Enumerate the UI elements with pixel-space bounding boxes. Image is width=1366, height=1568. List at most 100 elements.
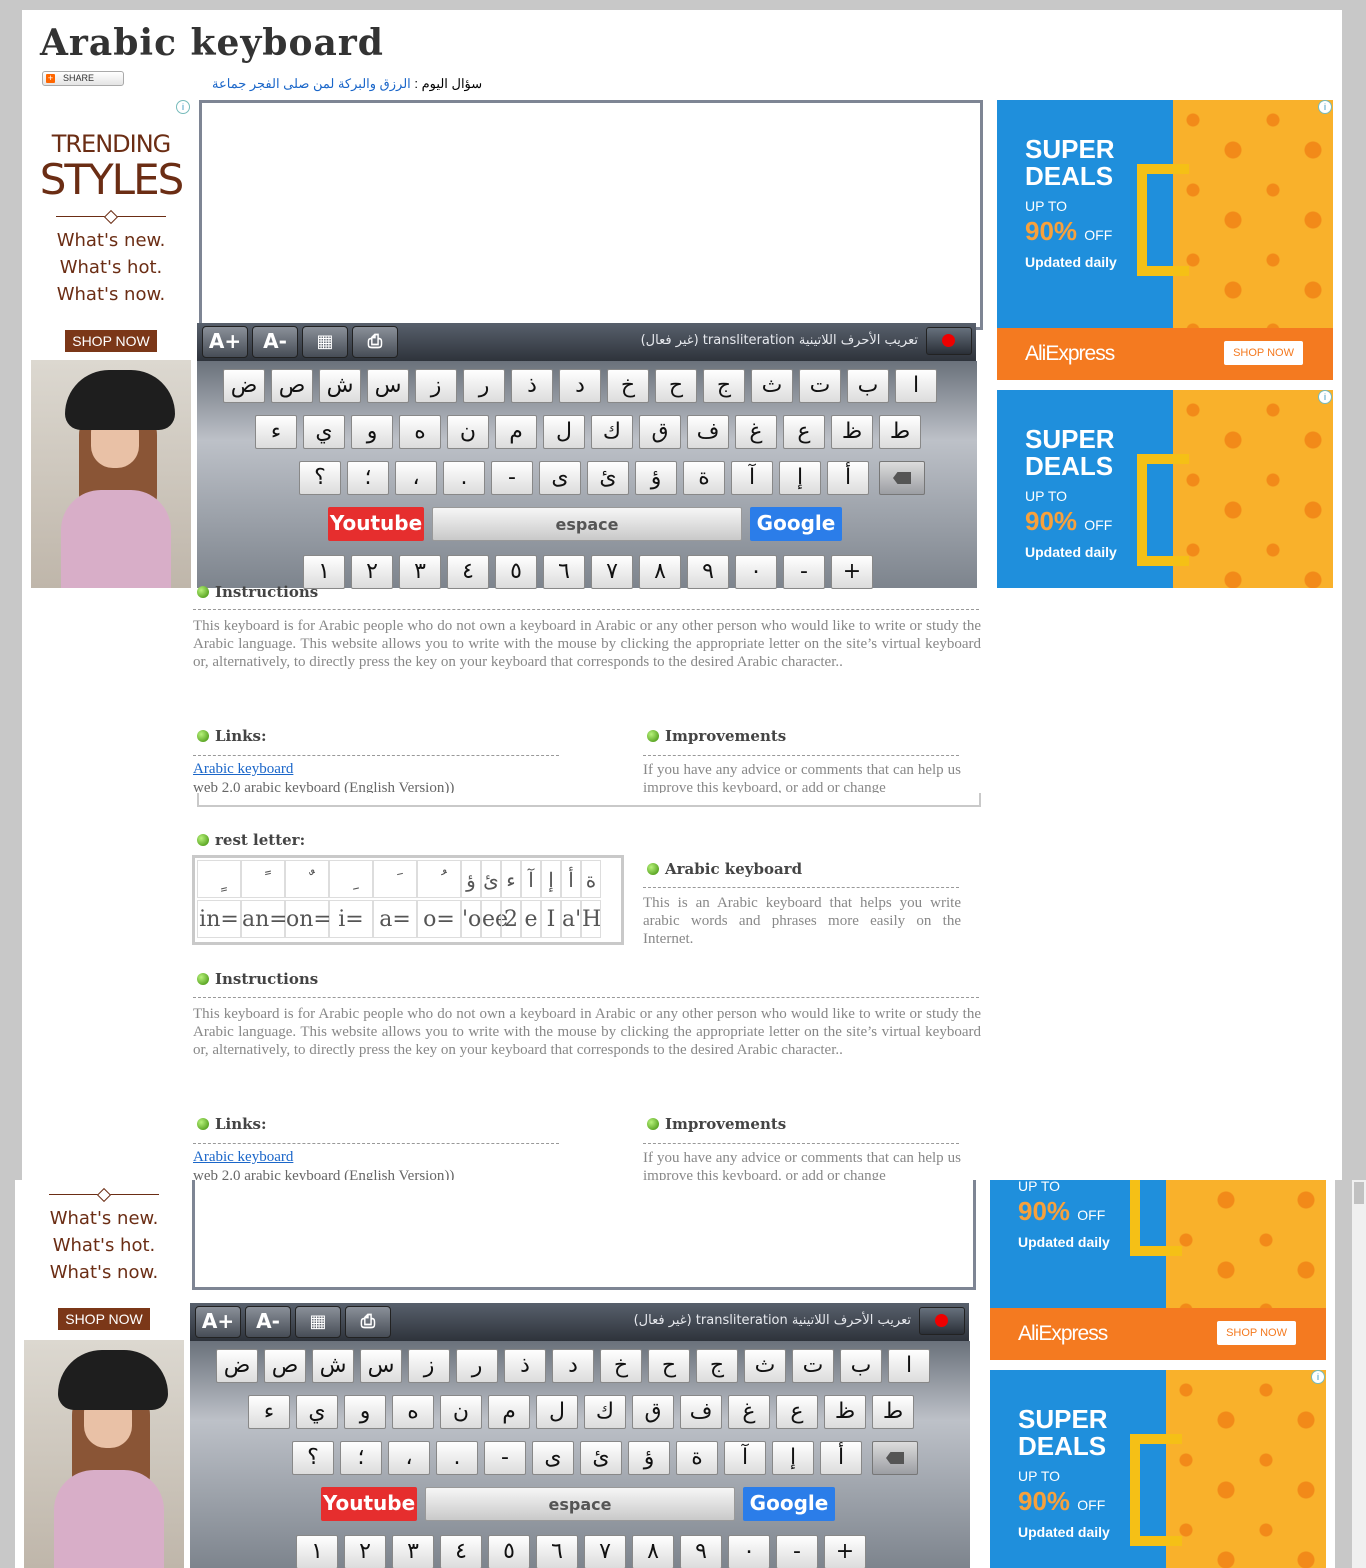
- key[interactable]: ،: [395, 461, 437, 495]
- transliteration-label[interactable]: تعريب الأحرف اللاتينية transliteration (…: [634, 1313, 911, 1328]
- link-web20[interactable]: web 2.0 arabic keyboard (English Version…: [193, 1168, 454, 1180]
- key[interactable]: .: [443, 461, 485, 495]
- key[interactable]: د: [552, 1349, 594, 1383]
- transliteration-toggle[interactable]: [926, 327, 972, 355]
- rest-cell[interactable]: ُ: [417, 860, 461, 898]
- key[interactable]: إ: [779, 461, 821, 495]
- key[interactable]: ا: [888, 1349, 930, 1383]
- key[interactable]: م: [495, 415, 537, 449]
- key[interactable]: ك: [591, 415, 633, 449]
- key[interactable]: ٢: [344, 1535, 386, 1568]
- key[interactable]: ٠: [735, 555, 777, 589]
- key[interactable]: ظ: [824, 1395, 866, 1429]
- key[interactable]: ٨: [639, 555, 681, 589]
- key[interactable]: س: [367, 369, 409, 403]
- key[interactable]: غ: [728, 1395, 770, 1429]
- key[interactable]: خ: [600, 1349, 642, 1383]
- key[interactable]: -: [783, 555, 825, 589]
- key[interactable]: ٩: [680, 1535, 722, 1568]
- key[interactable]: ٣: [392, 1535, 434, 1568]
- key[interactable]: ،: [388, 1441, 430, 1475]
- key[interactable]: ج: [703, 369, 745, 403]
- key[interactable]: ؟: [292, 1441, 334, 1475]
- space-key[interactable]: espace: [425, 1487, 735, 1521]
- ad-shop-now-button[interactable]: SHOP NOW: [1224, 341, 1303, 365]
- youtube-button[interactable]: Youtube: [328, 507, 424, 541]
- key[interactable]: ى: [539, 461, 581, 495]
- key[interactable]: ئ: [580, 1441, 622, 1475]
- key[interactable]: ح: [655, 369, 697, 403]
- key[interactable]: -: [491, 461, 533, 495]
- rest-cell[interactable]: ئ: [481, 860, 501, 898]
- rest-cell[interactable]: a': [561, 900, 581, 938]
- key[interactable]: ٣: [399, 555, 441, 589]
- ad-left[interactable]: TRENDING STYLES What's new. What's hot. …: [31, 100, 191, 588]
- key[interactable]: و: [351, 415, 393, 449]
- key[interactable]: +: [824, 1535, 866, 1568]
- key[interactable]: ر: [456, 1349, 498, 1383]
- key[interactable]: ة: [676, 1441, 718, 1475]
- rest-cell[interactable]: ٌ: [285, 860, 329, 898]
- key[interactable]: غ: [735, 415, 777, 449]
- key[interactable]: ت: [799, 369, 841, 403]
- key[interactable]: أ: [820, 1441, 862, 1475]
- transliteration-toggle[interactable]: [919, 1307, 965, 1335]
- rest-cell[interactable]: ِ: [329, 860, 373, 898]
- key[interactable]: خ: [607, 369, 649, 403]
- backspace-key[interactable]: [879, 461, 925, 495]
- key[interactable]: ٧: [591, 555, 633, 589]
- key[interactable]: ؛: [340, 1441, 382, 1475]
- share-button[interactable]: + SHARE: [42, 71, 124, 86]
- transliteration-label[interactable]: تعريب الأحرف اللاتينية transliteration (…: [641, 333, 918, 348]
- key[interactable]: ا: [895, 369, 937, 403]
- rest-cell[interactable]: إ: [541, 860, 561, 898]
- ad-shop-now-button[interactable]: SHOP NOW: [1217, 1321, 1296, 1345]
- youtube-button[interactable]: Youtube: [321, 1487, 417, 1521]
- rest-cell[interactable]: in=: [197, 900, 241, 938]
- key[interactable]: ء: [255, 415, 297, 449]
- key[interactable]: ض: [223, 369, 265, 403]
- key[interactable]: ك: [584, 1395, 626, 1429]
- key[interactable]: +: [831, 555, 873, 589]
- google-button[interactable]: Google: [743, 1487, 835, 1521]
- rest-cell[interactable]: َ: [373, 860, 417, 898]
- key[interactable]: ف: [680, 1395, 722, 1429]
- key[interactable]: ة: [683, 461, 725, 495]
- key[interactable]: ٤: [440, 1535, 482, 1568]
- key[interactable]: ث: [744, 1349, 786, 1383]
- rest-cell[interactable]: أ: [561, 860, 581, 898]
- ad-right-1[interactable]: UP TO 90% OFF Updated daily AliExpress S…: [990, 1180, 1326, 1360]
- rest-cell[interactable]: an=: [241, 900, 288, 938]
- key[interactable]: ق: [632, 1395, 674, 1429]
- ad-left[interactable]: What's new. What's hot. What's now. SHOP…: [24, 1180, 184, 1568]
- key[interactable]: ص: [264, 1349, 306, 1383]
- ad-shop-now-button[interactable]: SHOP NOW: [65, 330, 157, 352]
- font-increase-button[interactable]: A+: [195, 1306, 241, 1338]
- rest-cell[interactable]: I: [541, 900, 561, 938]
- link-arabic-keyboard[interactable]: Arabic keyboard: [193, 761, 293, 778]
- key[interactable]: ج: [696, 1349, 738, 1383]
- ad-info-icon[interactable]: i: [1318, 100, 1332, 114]
- ad-right-2[interactable]: SUPER DEALS UP TO 90% OFF Updated daily: [997, 390, 1333, 588]
- key[interactable]: ل: [543, 415, 585, 449]
- key[interactable]: ذ: [511, 369, 553, 403]
- scrollbar-thumb[interactable]: [1354, 1182, 1364, 1204]
- key[interactable]: آ: [731, 461, 773, 495]
- rest-cell[interactable]: ً: [241, 860, 285, 898]
- save-icon[interactable]: ▦: [295, 1306, 341, 1338]
- rest-cell[interactable]: i=: [329, 900, 373, 938]
- key[interactable]: ي: [296, 1395, 338, 1429]
- key[interactable]: ش: [312, 1349, 354, 1383]
- print-icon[interactable]: ⎙: [345, 1306, 391, 1338]
- key[interactable]: ت: [792, 1349, 834, 1383]
- key[interactable]: ؤ: [628, 1441, 670, 1475]
- key[interactable]: ف: [687, 415, 729, 449]
- key[interactable]: ٢: [351, 555, 393, 589]
- key[interactable]: -: [776, 1535, 818, 1568]
- key[interactable]: ز: [415, 369, 457, 403]
- rest-cell[interactable]: H: [581, 900, 601, 938]
- key[interactable]: أ: [827, 461, 869, 495]
- key[interactable]: ب: [840, 1349, 882, 1383]
- ad-right-2[interactable]: SUPER DEALS UP TO 90% OFF Updated daily: [990, 1370, 1326, 1568]
- key[interactable]: ن: [440, 1395, 482, 1429]
